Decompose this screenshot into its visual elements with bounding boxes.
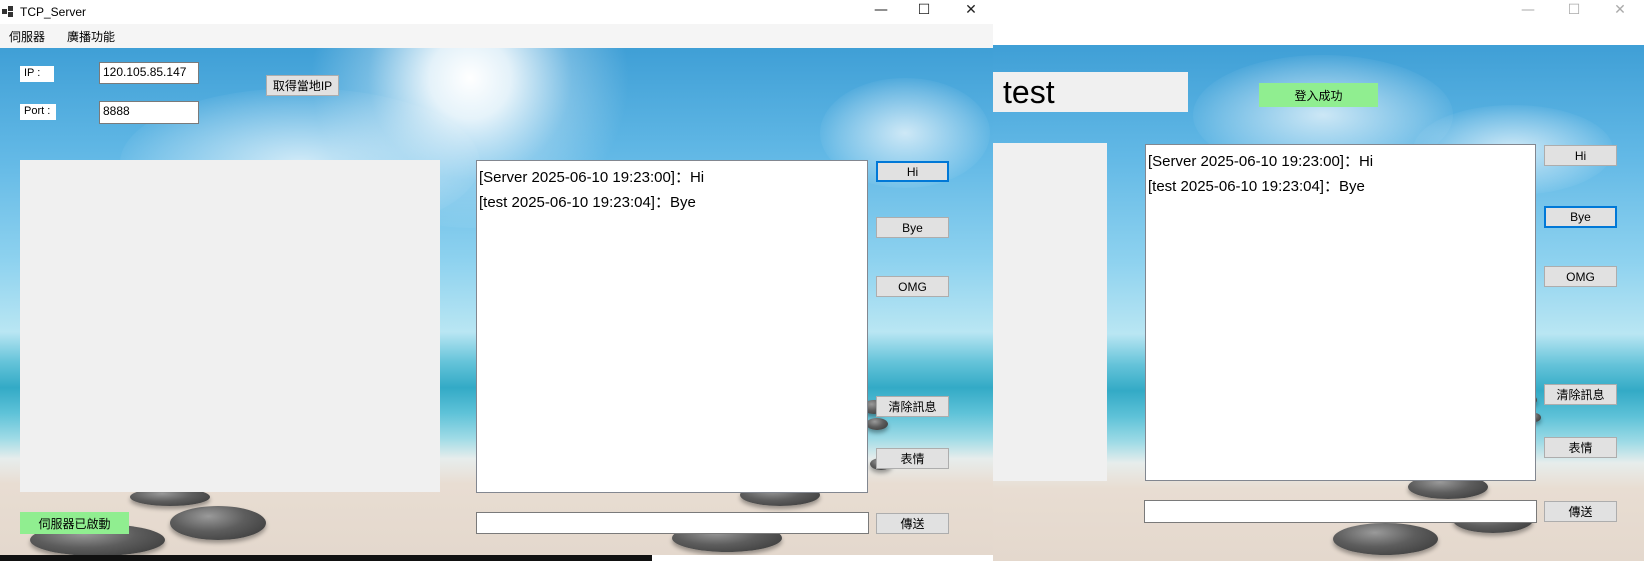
client-message-list[interactable]: [Server 2025-06-10 19:23:00]：Hi [test 20… [1145, 144, 1536, 481]
client-username-display: test [993, 72, 1188, 112]
menu-server[interactable]: 伺服器 [0, 28, 54, 45]
port-input[interactable]: 8888 [99, 101, 199, 124]
client-maximize-button[interactable]: ☐ [1551, 0, 1597, 20]
server-titlebar[interactable]: TCP_Server [0, 0, 993, 24]
menu-broadcast[interactable]: 廣播功能 [58, 28, 124, 45]
send-button[interactable]: 傳送 [876, 513, 949, 534]
bye-button[interactable]: Bye [876, 217, 949, 238]
client-message-input[interactable] [1144, 500, 1537, 523]
client-omg-button[interactable]: OMG [1544, 266, 1617, 287]
emoji-button[interactable]: 表情 [876, 448, 949, 469]
client-send-button[interactable]: 傳送 [1544, 501, 1617, 522]
client-close-button[interactable]: ✕ [1597, 0, 1643, 20]
client-clear-messages-button[interactable]: 清除訊息 [1544, 384, 1617, 405]
client-login-status: 登入成功 [1259, 83, 1378, 107]
client-emoji-button[interactable]: 表情 [1544, 437, 1617, 458]
pebble [866, 418, 888, 430]
taskbar-edge [0, 555, 652, 561]
client-hi-button[interactable]: Hi [1544, 145, 1617, 166]
pebble [170, 506, 266, 540]
message-item: [test 2025-06-10 19:23:04]：Bye [1148, 178, 1365, 195]
menu-bar: 伺服器 廣播功能 [0, 24, 993, 48]
client-minimize-button[interactable]: — [1505, 0, 1551, 20]
message-list[interactable]: [Server 2025-06-10 19:23:00]：Hi [test 20… [476, 160, 868, 493]
server-status: 伺服器已啟動 [20, 512, 129, 534]
message-item: [Server 2025-06-10 19:23:00]：Hi [479, 169, 705, 186]
client-list-panel [20, 160, 440, 492]
app-window-icon [2, 6, 14, 18]
hi-button[interactable]: Hi [876, 161, 949, 182]
maximize-button[interactable]: ☐ [901, 0, 947, 20]
close-button[interactable]: ✕ [948, 0, 994, 20]
ip-label: IP : [20, 66, 54, 82]
ip-input[interactable]: 120.105.85.147 [99, 62, 199, 84]
clear-messages-button[interactable]: 清除訊息 [876, 396, 949, 417]
message-item: [Server 2025-06-10 19:23:00]：Hi [1148, 153, 1374, 170]
message-item: [test 2025-06-10 19:23:04]：Bye [479, 194, 696, 211]
minimize-button[interactable]: — [858, 0, 904, 20]
pebble [1333, 523, 1438, 555]
client-bye-button[interactable]: Bye [1544, 206, 1617, 228]
get-local-ip-button[interactable]: 取得當地IP [266, 75, 339, 96]
omg-button[interactable]: OMG [876, 276, 949, 297]
window-title: TCP_Server [20, 5, 87, 19]
message-input[interactable] [476, 512, 869, 534]
client-side-panel [993, 143, 1107, 481]
port-label: Port : [20, 104, 56, 120]
